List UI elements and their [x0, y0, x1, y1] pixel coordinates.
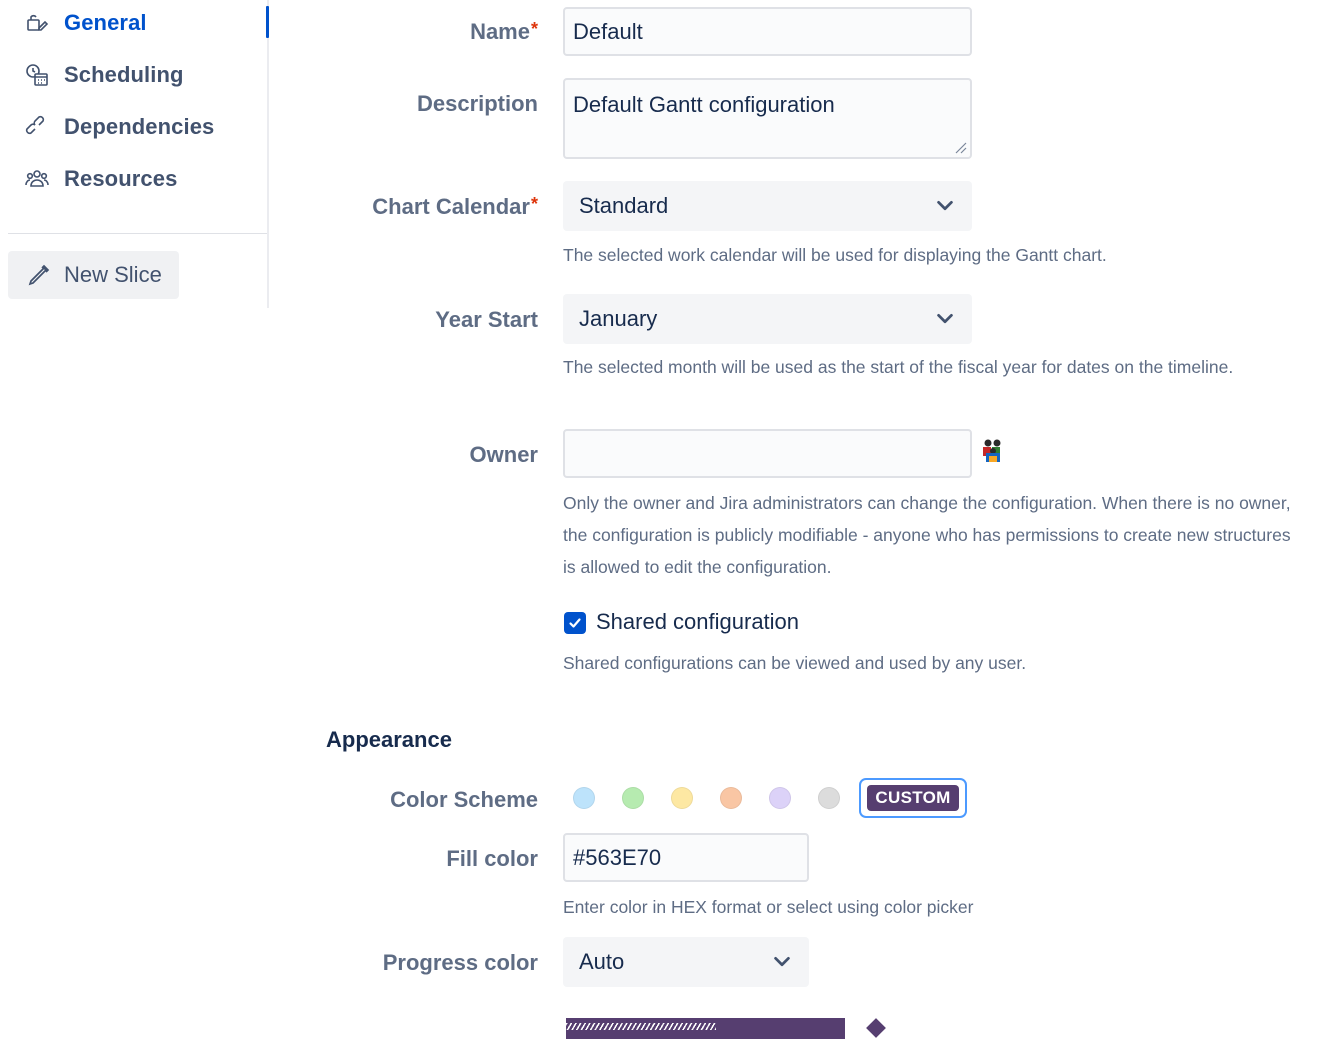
user-picker-icon[interactable]: [980, 438, 1006, 464]
sidebar-divider: [8, 233, 267, 234]
required-marker: *: [530, 19, 538, 39]
color-swatch-green[interactable]: [622, 787, 644, 809]
link-icon: [24, 114, 50, 140]
chevron-down-icon: [937, 313, 953, 324]
color-swatch-gray[interactable]: [818, 787, 840, 809]
sidebar-item-general[interactable]: General: [24, 7, 147, 39]
name-label: Name*: [470, 19, 538, 45]
custom-color-button[interactable]: CUSTOM: [859, 778, 967, 818]
owner-help-line-3: is allowed to edit the configuration.: [563, 557, 832, 577]
year-start-label: Year Start: [435, 307, 538, 332]
new-slice-button[interactable]: New Slice: [8, 251, 179, 299]
chevron-down-icon: [774, 956, 790, 967]
description-value: Default Gantt configuration: [573, 92, 835, 117]
shared-configuration-checkbox[interactable]: [564, 612, 586, 634]
progress-color-label: Progress color: [382, 950, 538, 975]
chart-calendar-select[interactable]: Standard: [563, 181, 972, 231]
progress-color-select[interactable]: Auto: [563, 937, 809, 987]
chart-calendar-label: Chart Calendar*: [372, 194, 538, 220]
color-swatch-blue[interactable]: [573, 787, 595, 809]
required-marker: *: [530, 194, 538, 214]
owner-help-line-1: Only the owner and Jira administrators c…: [563, 493, 1291, 513]
color-swatch-orange[interactable]: [720, 787, 742, 809]
fill-color-input[interactable]: #563E70: [563, 833, 809, 882]
name-label-text: Name: [470, 19, 530, 44]
owner-help-line-2: the configuration is publicly modifiable…: [563, 525, 1291, 545]
people-icon: [24, 166, 50, 192]
pen-icon: [26, 262, 52, 288]
sidebar-item-resources[interactable]: Resources: [24, 163, 177, 195]
custom-color-label: CUSTOM: [867, 785, 959, 811]
description-textarea[interactable]: Default Gantt configuration: [563, 78, 972, 159]
year-start-help: The selected month will be used as the s…: [563, 357, 1234, 377]
shared-configuration-help: Shared configurations can be viewed and …: [563, 653, 1027, 673]
settings-sidebar: General Scheduling Dependencies Resource…: [0, 0, 270, 308]
appearance-heading: Appearance: [326, 727, 452, 752]
name-input-value: Default: [573, 18, 643, 44]
chart-calendar-help: The selected work calendar will be used …: [563, 245, 1107, 265]
description-label: Description: [416, 91, 538, 116]
milestone-diamond-preview: [866, 1018, 886, 1038]
year-start-value: January: [579, 306, 658, 331]
fill-color-label: Fill color: [446, 846, 538, 871]
sidebar-border: [267, 0, 269, 308]
chevron-down-icon: [937, 200, 953, 211]
sidebar-item-scheduling[interactable]: Scheduling: [24, 59, 184, 91]
color-swatch-yellow[interactable]: [671, 787, 693, 809]
sidebar-item-dependencies[interactable]: Dependencies: [24, 111, 214, 143]
checkmark-icon: [569, 618, 581, 628]
general-settings-icon: [24, 10, 50, 36]
chart-calendar-value: Standard: [579, 193, 669, 218]
chart-calendar-label-text: Chart Calendar: [372, 194, 530, 219]
color-scheme-label: Color Scheme: [390, 787, 538, 812]
sidebar-item-label: General: [64, 10, 147, 35]
resize-handle-icon[interactable]: [953, 140, 967, 154]
sidebar-item-label: Dependencies: [64, 114, 215, 139]
new-slice-label: New Slice: [64, 262, 162, 287]
shared-configuration-label[interactable]: Shared configuration: [596, 609, 799, 635]
color-swatch-purple[interactable]: [769, 787, 791, 809]
gantt-bar-progress: [566, 1023, 716, 1030]
fill-color-help: Enter color in HEX format or select usin…: [563, 897, 974, 917]
active-item-indicator: [266, 6, 269, 38]
gantt-bar-preview: [566, 1018, 845, 1039]
progress-color-value: Auto: [579, 949, 625, 974]
fill-color-value: #563E70: [573, 844, 662, 870]
owner-label: Owner: [469, 442, 538, 467]
name-input[interactable]: Default: [563, 7, 972, 56]
sidebar-item-label: Resources: [64, 166, 178, 191]
calendar-clock-icon: [24, 62, 50, 88]
owner-input[interactable]: [563, 429, 972, 478]
sidebar-item-label: Scheduling: [64, 62, 184, 87]
year-start-select[interactable]: January: [563, 294, 972, 344]
